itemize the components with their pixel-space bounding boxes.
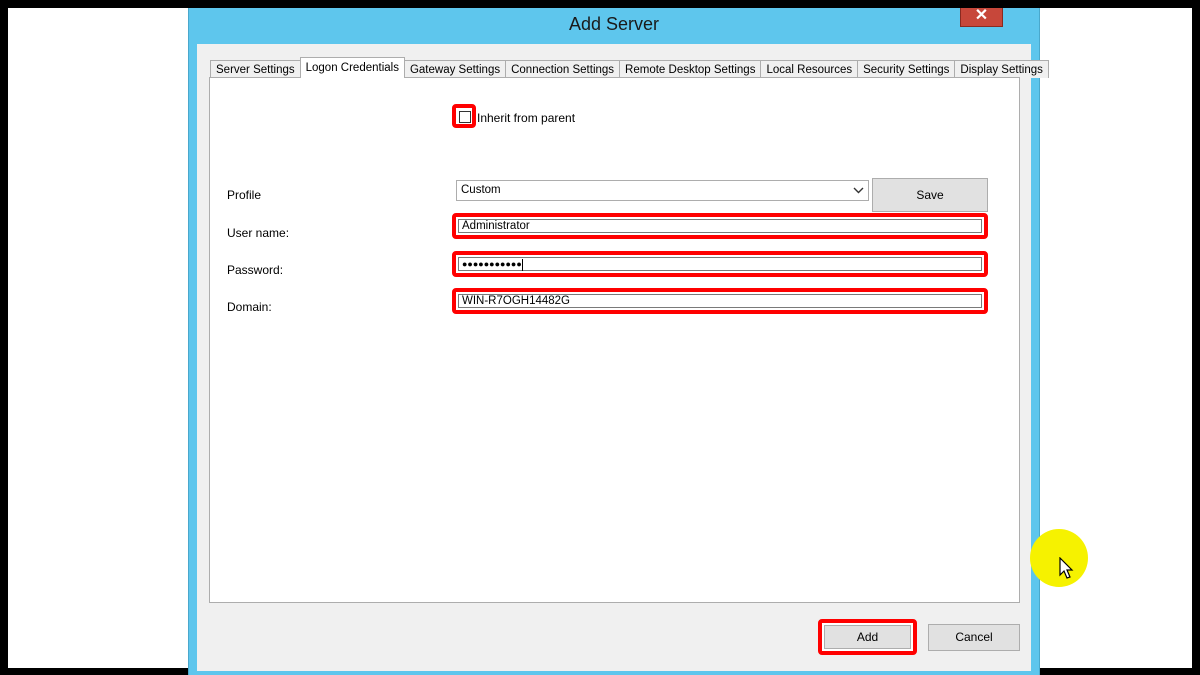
domain-input[interactable]: WIN-R7OGH14482G — [458, 294, 982, 308]
add-server-dialog: Add Server ✕ Server Settings Logon Crede… — [188, 8, 1088, 675]
inherit-highlight — [452, 104, 476, 128]
dialog-client-area: Server Settings Logon Credentials Gatewa… — [197, 44, 1049, 671]
domain-highlight: WIN-R7OGH14482G — [452, 288, 988, 314]
text-caret — [521, 258, 523, 271]
password-label: Password: — [227, 263, 284, 277]
add-button[interactable]: Add — [824, 625, 911, 649]
add-highlight: Add — [818, 619, 917, 655]
tab-security-settings[interactable]: Security Settings — [857, 60, 956, 78]
password-highlight: ●●●●●●●●●●● — [452, 251, 988, 277]
tab-remote-desktop-settings[interactable]: Remote Desktop Settings — [619, 60, 762, 78]
domain-label: Domain: — [227, 300, 272, 314]
close-button[interactable]: ✕ — [960, 8, 1003, 27]
profile-select-value: Custom — [461, 184, 501, 196]
username-input[interactable]: Administrator — [458, 219, 982, 233]
cancel-button[interactable]: Cancel — [928, 624, 1020, 651]
logon-credentials-panel: Inherit from parent Profile Custom Save … — [209, 77, 1020, 603]
tab-connection-settings[interactable]: Connection Settings — [505, 60, 621, 78]
tab-local-resources[interactable]: Local Resources — [760, 60, 859, 78]
inherit-label: Inherit from parent — [477, 111, 576, 125]
username-highlight: Administrator — [452, 213, 988, 239]
close-icon: ✕ — [974, 7, 989, 24]
profile-label: Profile — [227, 188, 262, 202]
password-input[interactable]: ●●●●●●●●●●● — [458, 257, 982, 271]
username-label: User name: — [227, 226, 290, 240]
chevron-down-icon — [853, 182, 864, 204]
inherit-checkbox[interactable] — [459, 111, 471, 123]
window-title: Add Server — [568, 14, 660, 34]
tab-server-settings[interactable]: Server Settings — [210, 60, 301, 78]
tab-gateway-settings[interactable]: Gateway Settings — [403, 60, 507, 78]
profile-select[interactable]: Custom — [456, 180, 869, 201]
save-button[interactable]: Save — [872, 178, 988, 212]
password-value: ●●●●●●●●●●● — [462, 259, 522, 269]
tab-strip: Server Settings Logon Credentials Gatewa… — [210, 57, 1049, 78]
screen: Add Server ✕ Server Settings Logon Crede… — [8, 8, 1192, 675]
tab-logon-credentials[interactable]: Logon Credentials — [299, 57, 405, 78]
tab-display-settings[interactable]: Display Settings — [954, 60, 1049, 78]
mouse-pointer-icon — [1059, 557, 1074, 579]
